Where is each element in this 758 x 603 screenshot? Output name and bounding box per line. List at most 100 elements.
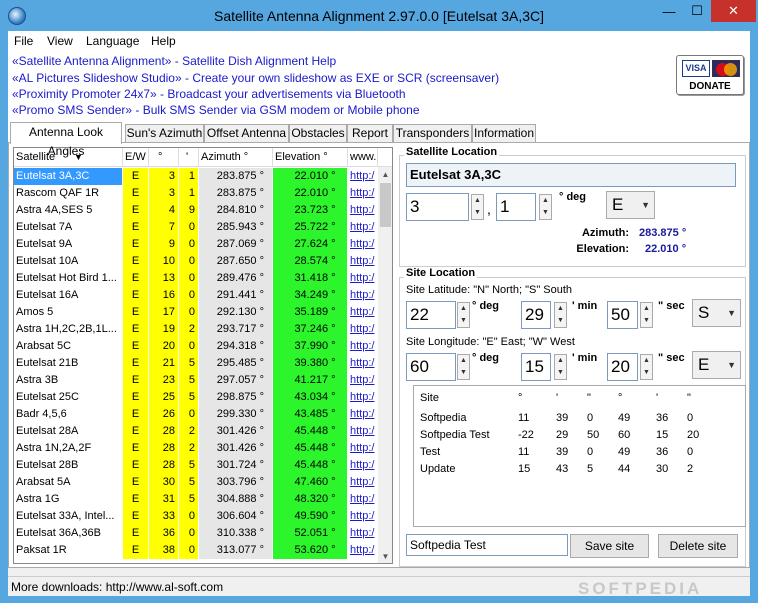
- cell-url[interactable]: http:/: [348, 457, 377, 474]
- cell-url[interactable]: http:/: [348, 525, 377, 542]
- sites-col-lat-sec[interactable]: ": [587, 390, 591, 407]
- cell-url[interactable]: http:/: [348, 168, 377, 185]
- tab-offset-antenna[interactable]: Offset Antenna: [204, 124, 289, 143]
- promo-link-proximity[interactable]: «Proximity Promoter 24x7» - Broadcast yo…: [12, 87, 406, 101]
- maximize-button[interactable]: ☐: [683, 0, 711, 22]
- scroll-thumb[interactable]: [380, 183, 391, 227]
- spin-up-icon[interactable]: ▲: [472, 195, 483, 207]
- cell-url[interactable]: http:/: [348, 270, 377, 287]
- save-site-button[interactable]: Save site: [570, 534, 649, 558]
- table-row[interactable]: Eutelsat 10A E 10 0 287.650 ° 28.574 ° http:/: [14, 253, 377, 270]
- cell-url[interactable]: http:/: [348, 321, 377, 338]
- sites-col-lon-deg[interactable]: °: [618, 390, 622, 407]
- spin-down-icon[interactable]: ▼: [458, 367, 469, 379]
- lat-sec-input[interactable]: 50: [607, 301, 638, 329]
- cell-url[interactable]: http:/: [348, 202, 377, 219]
- cell-url[interactable]: http:/: [348, 355, 377, 372]
- table-row[interactable]: Astra 4A,SES 5 E 4 9 284.810 ° 23.723 ° http:/: [14, 202, 377, 219]
- cell-url[interactable]: http:/: [348, 338, 377, 355]
- lon-min-spinner[interactable]: ▲ ▼: [554, 354, 567, 380]
- delete-site-button[interactable]: Delete site: [658, 534, 738, 558]
- spin-down-icon[interactable]: ▼: [458, 315, 469, 327]
- sat-deg-input[interactable]: 3: [406, 193, 469, 221]
- sat-dir-select[interactable]: E ▼: [606, 191, 655, 219]
- sat-deg-spinner[interactable]: ▲ ▼: [471, 194, 484, 220]
- col-www[interactable]: www.: [348, 148, 378, 167]
- list-item[interactable]: Update 15 43 5 44 30 2: [414, 461, 745, 478]
- spin-up-icon[interactable]: ▲: [555, 355, 566, 367]
- scroll-down-icon[interactable]: ▼: [378, 549, 392, 563]
- lon-min-input[interactable]: 15: [521, 353, 551, 381]
- list-item[interactable]: Test 11 39 0 49 36 0: [414, 444, 745, 461]
- sat-min-input[interactable]: 1: [496, 193, 536, 221]
- spin-up-icon[interactable]: ▲: [555, 303, 566, 315]
- spin-up-icon[interactable]: ▲: [641, 355, 652, 367]
- sat-min-spinner[interactable]: ▲ ▼: [539, 194, 552, 220]
- table-row[interactable]: Eutelsat 21B E 21 5 295.485 ° 39.380 ° http:/: [14, 355, 377, 372]
- col-ew[interactable]: E/W: [123, 148, 149, 167]
- tab-information[interactable]: Information: [472, 124, 536, 143]
- cell-url[interactable]: http:/: [348, 389, 377, 406]
- table-row[interactable]: Arabsat 5A E 30 5 303.796 ° 47.460 ° http:/: [14, 474, 377, 491]
- table-row[interactable]: Rascom QAF 1R E 3 1 283.875 ° 22.010 ° http:/: [14, 185, 377, 202]
- sites-col-lon-sec[interactable]: ": [687, 390, 691, 407]
- scroll-up-icon[interactable]: ▲: [378, 167, 392, 182]
- table-row[interactable]: Eutelsat 36A,36B E 36 0 310.338 ° 52.051 ° htt…: [14, 525, 377, 542]
- lat-sec-spinner[interactable]: ▲ ▼: [640, 302, 653, 328]
- list-item[interactable]: Softpedia Test -22 29 50 60 15 20: [414, 427, 745, 444]
- table-row[interactable]: Arabsat 5C E 20 0 294.318 ° 37.990 ° http:/: [14, 338, 377, 355]
- table-row[interactable]: Eutelsat 28A E 28 2 301.426 ° 45.448 ° http:/: [14, 423, 377, 440]
- spin-up-icon[interactable]: ▲: [641, 303, 652, 315]
- table-row[interactable]: Eutelsat 28B E 28 5 301.724 ° 45.448 ° http:/: [14, 457, 377, 474]
- cell-url[interactable]: http:/: [348, 423, 377, 440]
- table-row[interactable]: Astra 1G E 31 5 304.888 ° 48.320 ° http:/: [14, 491, 377, 508]
- cell-url[interactable]: http:/: [348, 287, 377, 304]
- table-row[interactable]: Eutelsat 9A E 9 0 287.069 ° 27.624 ° http:/: [14, 236, 377, 253]
- lon-sec-spinner[interactable]: ▲ ▼: [640, 354, 653, 380]
- table-row[interactable]: Badr 4,5,6 E 26 0 299.330 ° 43.485 ° http:/: [14, 406, 377, 423]
- lon-deg-spinner[interactable]: ▲ ▼: [457, 354, 470, 380]
- cell-url[interactable]: http:/: [348, 440, 377, 457]
- cell-url[interactable]: http:/: [348, 185, 377, 202]
- cell-url[interactable]: http:/: [348, 406, 377, 423]
- tab-transponders[interactable]: Transponders: [393, 124, 472, 143]
- satellite-grid[interactable]: Satellite▼ E/W ° ' Azimuth ° Elevation °…: [13, 147, 393, 564]
- lat-deg-spinner[interactable]: ▲ ▼: [457, 302, 470, 328]
- spin-down-icon[interactable]: ▼: [555, 367, 566, 379]
- sites-col-name[interactable]: Site: [420, 390, 439, 407]
- lat-min-input[interactable]: 29: [521, 301, 551, 329]
- spin-up-icon[interactable]: ▲: [540, 195, 551, 207]
- spin-up-icon[interactable]: ▲: [458, 303, 469, 315]
- col-azimuth[interactable]: Azimuth °: [199, 148, 273, 167]
- table-row[interactable]: Eutelsat 7A E 7 0 285.943 ° 25.722 ° http:/: [14, 219, 377, 236]
- promo-link-antenna[interactable]: «Satellite Antenna Alignment» - Satellit…: [12, 54, 336, 68]
- table-row[interactable]: Astra 1H,2C,2B,1L... E 19 2 293.717 ° 37.246 …: [14, 321, 377, 338]
- table-row[interactable]: Eutelsat 25C E 25 5 298.875 ° 43.034 ° http:/: [14, 389, 377, 406]
- table-row[interactable]: Amos 5 E 17 0 292.130 ° 35.189 ° http:/: [14, 304, 377, 321]
- col-deg[interactable]: °: [149, 148, 179, 167]
- spin-down-icon[interactable]: ▼: [555, 315, 566, 327]
- spin-down-icon[interactable]: ▼: [540, 207, 551, 219]
- cell-url[interactable]: http:/: [348, 236, 377, 253]
- menu-view[interactable]: View: [47, 34, 73, 48]
- table-row[interactable]: Paksat 1R E 38 0 313.077 ° 53.620 ° http:/: [14, 542, 377, 559]
- minimize-button[interactable]: —: [655, 0, 683, 22]
- tab-antenna-look-angles[interactable]: Antenna Look Angles: [10, 122, 122, 158]
- spin-down-icon[interactable]: ▼: [641, 315, 652, 327]
- lon-sec-input[interactable]: 20: [607, 353, 638, 381]
- close-button[interactable]: ✕: [711, 0, 756, 22]
- tab-obstacles[interactable]: Obstacles: [289, 124, 347, 143]
- sites-list[interactable]: Site ° ' " ° ' " Softpedia 11 39 0 49 36 0 Soft…: [413, 385, 746, 527]
- lon-deg-input[interactable]: 60: [406, 353, 456, 381]
- table-row[interactable]: Astra 1N,2A,2F E 28 2 301.426 ° 45.448 ° http:…: [14, 440, 377, 457]
- lat-min-spinner[interactable]: ▲ ▼: [554, 302, 567, 328]
- sites-col-lat-deg[interactable]: °: [518, 390, 522, 407]
- grid-scrollbar[interactable]: ▲ ▼: [378, 167, 392, 563]
- promo-link-slideshow[interactable]: «AL Pictures Slideshow Studio» - Create …: [12, 71, 499, 85]
- tab-suns-azimuth[interactable]: Sun's Azimuth: [125, 124, 204, 143]
- title-bar[interactable]: Satellite Antenna Alignment 2.97.0.0 [Eu…: [0, 0, 758, 32]
- lat-dir-select[interactable]: S ▼: [692, 299, 741, 327]
- spin-down-icon[interactable]: ▼: [472, 207, 483, 219]
- site-name-input[interactable]: Softpedia Test: [406, 534, 568, 556]
- donate-button[interactable]: VISA DONATE: [676, 55, 744, 95]
